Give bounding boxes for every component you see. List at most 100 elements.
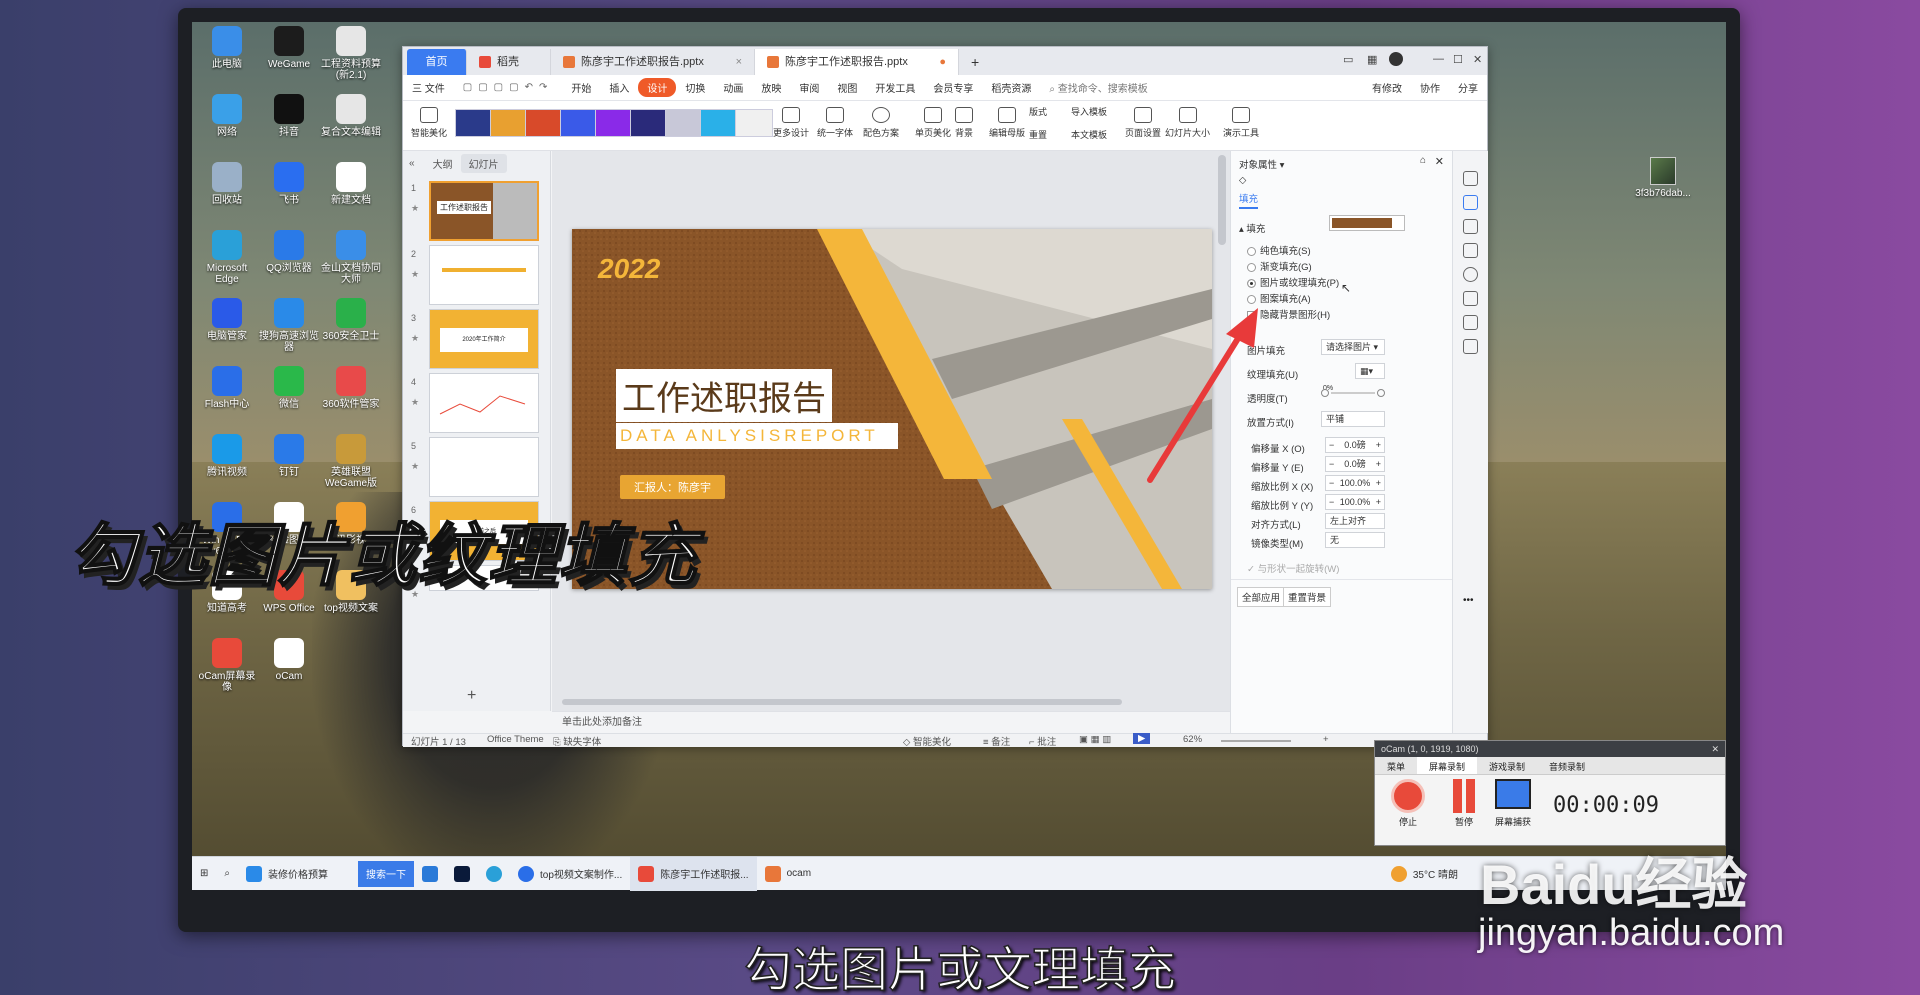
- menu-tab-1[interactable]: 插入: [600, 80, 638, 95]
- menu-tab-4[interactable]: 动画: [714, 80, 752, 95]
- missing-font-button[interactable]: ⎘ 缺失字体: [553, 734, 601, 748]
- desktop-icon-14[interactable]: 360安全卫士: [320, 298, 382, 342]
- notes-area[interactable]: 单击此处添加备注: [552, 711, 1230, 733]
- ocam-stop-button[interactable]: 停止: [1391, 779, 1425, 828]
- tab-home[interactable]: 首页: [407, 49, 467, 75]
- fill-preview-dropdown[interactable]: [1329, 215, 1405, 231]
- layout-button[interactable]: 版式 重置: [1029, 105, 1047, 141]
- minimize-icon[interactable]: —: [1433, 53, 1444, 65]
- background-button[interactable]: 背景: [955, 105, 973, 139]
- more-icon[interactable]: •••: [1463, 595, 1474, 606]
- slide-thumb-5[interactable]: [429, 437, 539, 497]
- menu-right-2[interactable]: 分享: [1449, 80, 1487, 95]
- theme-thumb-3[interactable]: [560, 109, 598, 137]
- offset-x-stepper[interactable]: −0.0磅 +: [1325, 437, 1385, 453]
- desktop-icon-27[interactable]: oCam屏幕录像: [196, 638, 258, 693]
- menu-tab-3[interactable]: 切换: [676, 80, 714, 95]
- taskbar-search-button[interactable]: 搜索一下: [358, 860, 414, 887]
- taskbar-app-3[interactable]: ocam: [757, 857, 819, 891]
- menu-tab-8[interactable]: 开发工具: [866, 80, 924, 95]
- quick-access-icons[interactable]: ▢▢▢▢↶↷: [454, 82, 563, 93]
- tab-draft[interactable]: 稻壳: [467, 49, 551, 75]
- play-button[interactable]: ▶: [1133, 733, 1151, 744]
- desktop-icon-28[interactable]: oCam: [258, 638, 320, 682]
- radio-picture-texture-fill[interactable]: 图片或纹理填充(P): [1247, 275, 1339, 289]
- taskbar-app-2[interactable]: 陈彦宇工作述职报...: [630, 856, 757, 891]
- radio-gradient-fill[interactable]: 渐变填充(G): [1247, 259, 1312, 273]
- tab-outline[interactable]: 大纲: [433, 156, 453, 171]
- smart-beautify-status[interactable]: ◇ 智能美化: [903, 734, 951, 748]
- unify-font-button[interactable]: 统一字体: [817, 105, 853, 139]
- desktop-icon-18[interactable]: 腾讯视频: [196, 434, 258, 478]
- vertical-scrollbar[interactable]: [1218, 155, 1226, 245]
- desktop-icon-16[interactable]: 微信: [258, 366, 320, 410]
- import-template-button[interactable]: 导入模板 本文模板: [1071, 105, 1107, 141]
- desktop-icon-15[interactable]: Flash中心: [196, 366, 258, 410]
- animation-icon[interactable]: [1463, 219, 1478, 234]
- start-button[interactable]: ⊞: [192, 857, 216, 891]
- transparency-slider[interactable]: [1321, 389, 1385, 397]
- tab-file-2[interactable]: 陈彦宇工作述职报告.pptx ●: [755, 49, 959, 75]
- tab-slides[interactable]: 幻灯片: [460, 153, 507, 173]
- search-icon[interactable]: ⌕: [216, 857, 238, 891]
- ocam-tab-1[interactable]: 屏幕录制: [1417, 757, 1478, 774]
- menu-file[interactable]: 三 文件: [403, 80, 454, 95]
- zoom-slider[interactable]: [1221, 740, 1291, 742]
- desktop-icon-5[interactable]: 复合文本编辑: [320, 94, 382, 138]
- desktop-icon-3[interactable]: 网络: [196, 94, 258, 138]
- theme-thumb-7[interactable]: [700, 109, 738, 137]
- apply-all-button[interactable]: 全部应用: [1237, 587, 1286, 607]
- scale-y-stepper[interactable]: −100.0% +: [1325, 494, 1385, 510]
- new-tab-button[interactable]: +: [959, 49, 991, 75]
- theme-thumb-4[interactable]: [595, 109, 633, 137]
- edge-icon[interactable]: [478, 857, 510, 891]
- tab-file-1[interactable]: 陈彦宇工作述职报告.pptx ×: [551, 49, 755, 75]
- layout-icon[interactable]: ▭: [1343, 53, 1353, 66]
- view-buttons[interactable]: ▣ ▦ ▥: [1079, 734, 1111, 745]
- desktop-icon-1[interactable]: WeGame: [258, 26, 320, 70]
- page-setup-button[interactable]: 页面设置: [1125, 105, 1161, 139]
- notes-button[interactable]: ≡ 备注: [983, 734, 1010, 748]
- picture-fill-select[interactable]: 请选择图片 ▾: [1321, 339, 1385, 355]
- desktop-icon-9[interactable]: Microsoft Edge: [196, 230, 258, 285]
- reset-button[interactable]: 重置: [1029, 130, 1047, 140]
- menu-tab-5[interactable]: 放映: [752, 80, 790, 95]
- theme-thumb-2[interactable]: [525, 109, 563, 137]
- taskbar-app-1[interactable]: top视频文案制作...: [510, 857, 630, 891]
- presentation-tools-button[interactable]: 演示工具: [1223, 105, 1259, 139]
- slide-thumb-3[interactable]: 2020年工作简介: [429, 309, 539, 369]
- menu-right-0[interactable]: 有修改: [1363, 80, 1411, 95]
- minus-icon[interactable]: [1321, 389, 1329, 397]
- desktop-icon-19[interactable]: 钉钉: [258, 434, 320, 478]
- transition-icon[interactable]: [1463, 243, 1478, 258]
- desktop-icon-13[interactable]: 搜狗高速浏览器: [258, 298, 320, 353]
- menu-right-1[interactable]: 协作: [1411, 80, 1449, 95]
- theme-thumb-1[interactable]: [490, 109, 528, 137]
- menu-tab-0[interactable]: 开始: [562, 80, 600, 95]
- texture-fill-select[interactable]: ▦▾: [1355, 363, 1385, 379]
- weather[interactable]: 35°C 晴朗: [1383, 857, 1466, 891]
- zoom-in-icon[interactable]: +: [1323, 734, 1329, 745]
- desktop-icon-image-file[interactable]: 3f3b76dab...: [1630, 157, 1696, 199]
- comments-button[interactable]: ⌐ 批注: [1029, 734, 1056, 748]
- offset-y-stepper[interactable]: −0.0磅 +: [1325, 456, 1385, 472]
- desktop-icon-4[interactable]: 抖音: [258, 94, 320, 138]
- desktop-icon-17[interactable]: 360软件管家: [320, 366, 382, 410]
- desktop-icon-10[interactable]: QQ浏览器: [258, 230, 320, 274]
- photoshop-icon[interactable]: [446, 857, 478, 891]
- more-design-button[interactable]: 更多设计: [773, 105, 809, 139]
- theme-thumb-0[interactable]: [455, 109, 493, 137]
- mirror-select[interactable]: 无: [1325, 532, 1385, 548]
- slide-thumb-2[interactable]: [429, 245, 539, 305]
- grid-icon[interactable]: ▦: [1367, 53, 1377, 66]
- menu-tab-7[interactable]: 视图: [828, 80, 866, 95]
- avatar[interactable]: [1389, 52, 1403, 66]
- desktop-icon-12[interactable]: 电脑管家: [196, 298, 258, 342]
- help-icon[interactable]: [1463, 267, 1478, 282]
- menu-tab-9[interactable]: 会员专享: [924, 80, 982, 95]
- style-icon[interactable]: [1463, 171, 1478, 186]
- color-scheme-button[interactable]: 配色方案: [863, 105, 899, 139]
- menu-tab-10[interactable]: 稻壳资源: [982, 80, 1040, 95]
- this-template-button[interactable]: 本文模板: [1071, 130, 1107, 140]
- ocam-tab-2[interactable]: 游戏录制: [1477, 757, 1537, 774]
